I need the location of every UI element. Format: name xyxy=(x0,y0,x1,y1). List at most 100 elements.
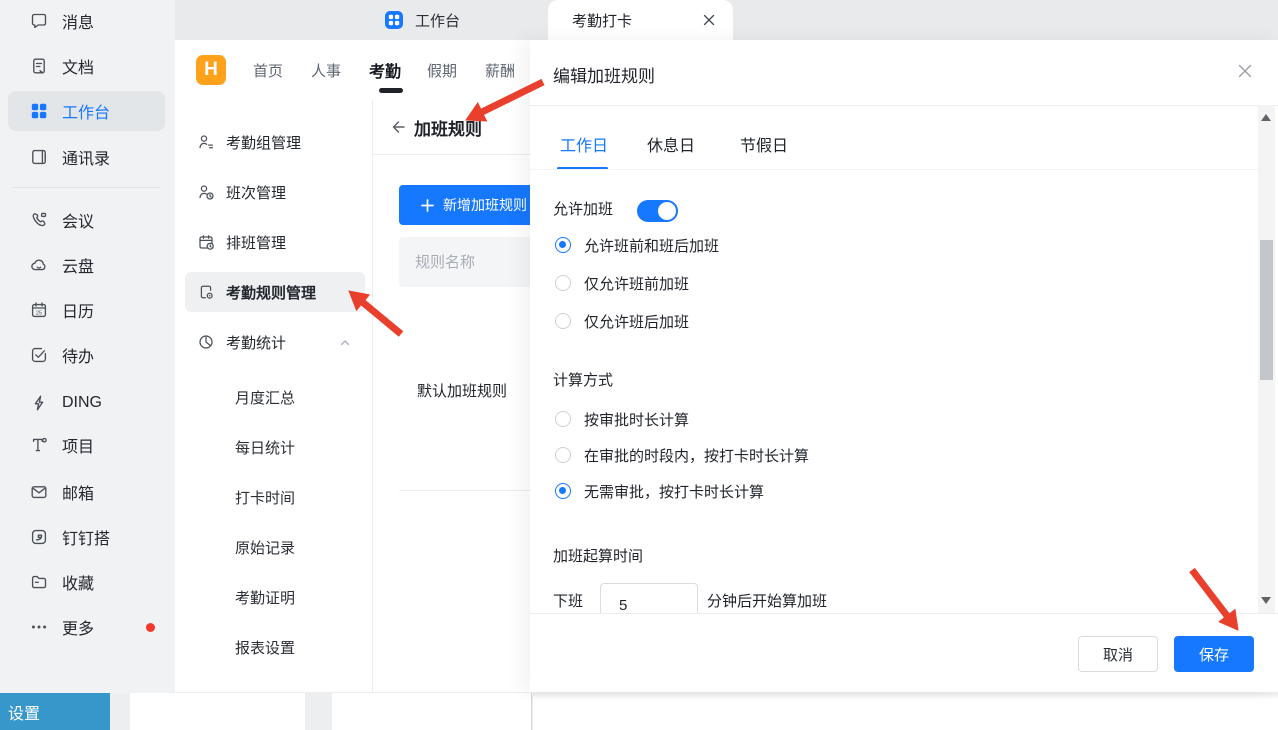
overtime-start-label: 加班起算时间 xyxy=(553,545,643,566)
sidebar-item-label: DING xyxy=(62,394,102,412)
sidebar-item-label: 文档 xyxy=(62,54,94,78)
scroll-down-icon[interactable] xyxy=(1261,597,1271,604)
nav-item-home[interactable]: 首页 xyxy=(253,40,283,100)
sidenav-sub-raw-records[interactable]: 原始记录 xyxy=(235,527,295,567)
edit-overtime-rule-modal: 编辑加班规则 工作日 休息日 节假日 允许加班 允许班前和班后加班 仅允许班前加… xyxy=(530,40,1278,692)
sidebar-item-ding[interactable]: DING xyxy=(8,383,165,423)
background-card xyxy=(332,693,532,730)
sidebar-item-label: 日历 xyxy=(62,298,94,322)
contacts-icon xyxy=(28,146,50,168)
sidebar-item-label: 云盘 xyxy=(62,253,94,277)
save-button[interactable]: 保存 xyxy=(1174,636,1254,672)
sidebar-item-favorites[interactable]: 收藏 xyxy=(8,562,165,602)
close-icon[interactable] xyxy=(701,12,717,28)
chat-icon xyxy=(28,10,50,32)
divider xyxy=(530,169,1260,170)
toggle-knob xyxy=(658,202,676,220)
sidenav-sub-monthly-summary[interactable]: 月度汇总 xyxy=(235,377,295,417)
calc-method-label: 计算方式 xyxy=(553,369,613,390)
background-card xyxy=(130,693,305,730)
sidebar-item-project[interactable]: 项目 xyxy=(8,425,165,465)
tab-attendance[interactable]: 考勤打卡 xyxy=(548,0,733,40)
tab-workbench[interactable]: 工作台 xyxy=(385,0,460,40)
plus-icon xyxy=(421,199,434,212)
sidebar-item-docs[interactable]: 文档 xyxy=(8,46,165,86)
app-logo[interactable]: H xyxy=(196,55,226,85)
sidenav-sub-report-settings[interactable]: 报表设置 xyxy=(235,627,295,667)
allow-overtime-toggle[interactable] xyxy=(637,200,678,222)
sidebar-item-label: 项目 xyxy=(62,433,94,457)
radio-icon xyxy=(555,237,571,253)
sidebar-item-calendar[interactable]: 25 日历 xyxy=(8,290,165,330)
back-arrow-icon[interactable] xyxy=(389,118,407,136)
sidebar-item-label: 钉钉搭 xyxy=(62,525,110,549)
project-icon xyxy=(28,434,50,456)
modal-tab-workday[interactable]: 工作日 xyxy=(560,132,608,158)
radio-punch-within-approval[interactable]: 在审批的时段内，按打卡时长计算 xyxy=(555,444,809,466)
sidebar-item-messages[interactable]: 消息 xyxy=(8,1,165,41)
background-page-strip xyxy=(0,693,1278,730)
modal-scrollbar[interactable] xyxy=(1258,105,1275,613)
sidenav-sub-punch-times[interactable]: 打卡时间 xyxy=(235,477,295,517)
modal-tab-restday[interactable]: 休息日 xyxy=(647,132,695,158)
sidenav-item-attendance-rules[interactable]: 考勤规则管理 xyxy=(185,272,365,312)
sidenav-item-scheduling[interactable]: 排班管理 xyxy=(185,222,365,262)
tab-workbench-label: 工作台 xyxy=(415,10,460,31)
user-group-icon xyxy=(197,133,215,151)
more-icon xyxy=(28,616,50,638)
sidebar-item-label: 工作台 xyxy=(62,99,110,123)
radio-icon xyxy=(555,447,571,463)
sidenav-sub-daily-stats[interactable]: 每日统计 xyxy=(235,427,295,467)
nav-item-hr[interactable]: 人事 xyxy=(311,40,341,100)
radio-icon xyxy=(555,313,571,329)
divider xyxy=(530,105,1278,106)
svg-text:25: 25 xyxy=(36,310,42,316)
window-tabbar: 工作台 考勤打卡 xyxy=(175,0,1278,40)
sidenav-sub-attendance-proof[interactable]: 考勤证明 xyxy=(235,577,295,617)
modal-tab-holiday[interactable]: 节假日 xyxy=(740,132,788,158)
minutes-after-label: 分钟后开始算加班 xyxy=(707,590,827,611)
sidebar-item-drive[interactable]: 云盘 xyxy=(8,245,165,285)
sidebar-item-contacts[interactable]: 通讯录 xyxy=(8,137,165,177)
sidenav-item-attendance-stats[interactable]: 考勤统计 xyxy=(185,322,365,362)
radio-no-approval-punch[interactable]: 无需审批，按打卡时长计算 xyxy=(555,480,764,502)
sidebar-item-more[interactable]: 更多 xyxy=(8,607,165,647)
radio-icon xyxy=(555,483,571,499)
sidenav-item-attendance-groups[interactable]: 考勤组管理 xyxy=(185,122,365,162)
radio-icon xyxy=(555,411,571,427)
sidenav-item-shifts[interactable]: 班次管理 xyxy=(185,172,365,212)
notification-dot xyxy=(146,623,155,632)
close-icon[interactable] xyxy=(1236,62,1254,80)
sidebar-item-workbench[interactable]: 工作台 xyxy=(8,91,165,131)
radio-before-only-overtime[interactable]: 仅允许班前加班 xyxy=(555,272,689,294)
sidebar-item-dingtalk-build[interactable]: 钉钉搭 xyxy=(8,517,165,557)
modal-title: 编辑加班规则 xyxy=(553,62,655,87)
rule-list-item[interactable]: 默认加班规则 xyxy=(417,375,507,405)
pie-chart-icon xyxy=(197,333,215,351)
sidebar-item-label: 收藏 xyxy=(62,570,94,594)
mail-icon xyxy=(28,481,50,503)
sidebar-item-label: 邮箱 xyxy=(62,480,94,504)
sidebar-item-todo[interactable]: 待办 xyxy=(8,335,165,375)
background-card xyxy=(533,693,1278,730)
radio-after-only-overtime[interactable]: 仅允许班后加班 xyxy=(555,310,689,332)
nav-item-payroll[interactable]: 薪酬 xyxy=(485,40,515,100)
radio-by-approval-duration[interactable]: 按审批时长计算 xyxy=(555,408,689,430)
app-sidebar: 消息 文档 工作台 通讯录 会议 云盘 25 日历 待办 DING 项目 邮箱 xyxy=(0,0,175,693)
active-nav-indicator xyxy=(379,88,403,93)
scrollbar-thumb[interactable] xyxy=(1260,240,1273,380)
chevron-up-icon[interactable] xyxy=(339,336,351,354)
sidebar-item-mail[interactable]: 邮箱 xyxy=(8,472,165,512)
grid-icon xyxy=(28,100,50,122)
radio-before-after-overtime[interactable]: 允许班前和班后加班 xyxy=(555,234,719,256)
overtime-rules-panel: 加班规则 新增加班规则 默认加班规则 xyxy=(373,100,530,692)
settings-button[interactable]: 设置 xyxy=(0,693,110,730)
scroll-up-icon[interactable] xyxy=(1261,114,1271,121)
doc-gear-icon xyxy=(197,283,215,301)
after-work-label: 下班 xyxy=(553,590,583,611)
nav-item-leave[interactable]: 假期 xyxy=(427,40,457,100)
sidebar-item-label: 更多 xyxy=(62,615,94,639)
sidebar-item-meeting[interactable]: 会议 xyxy=(8,200,165,240)
dingtalk-build-icon xyxy=(28,526,50,548)
cancel-button[interactable]: 取消 xyxy=(1078,636,1158,672)
